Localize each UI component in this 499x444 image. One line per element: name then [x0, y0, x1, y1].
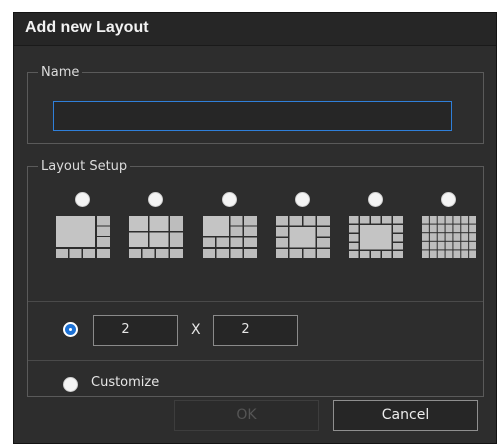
- layout-preset-2[interactable]: [128, 192, 184, 272]
- layout-grid-35-icon: [422, 216, 476, 258]
- customize-radio[interactable]: [63, 377, 78, 392]
- grid-cell: [461, 250, 469, 258]
- preset-radio[interactable]: [295, 192, 310, 207]
- dialog-title: Add new Layout: [25, 19, 149, 36]
- preset-radio[interactable]: [368, 192, 383, 207]
- grid-cell: [445, 224, 453, 233]
- layout-preset-5[interactable]: [348, 192, 404, 272]
- grid-cell: [429, 241, 437, 250]
- layout-presets: [28, 192, 485, 272]
- grid-cell: [453, 216, 461, 224]
- grid-cell: [453, 233, 461, 241]
- grid-cell: [461, 224, 469, 233]
- layout-setup-legend: Layout Setup: [41, 159, 128, 174]
- preset-radio[interactable]: [75, 192, 90, 207]
- layout-preset-1[interactable]: [55, 192, 111, 272]
- dialog-titlebar: Add new Layout: [14, 13, 496, 46]
- grid-cell: [437, 216, 445, 224]
- grid-cell: [437, 241, 445, 250]
- name-input[interactable]: [53, 101, 452, 131]
- layout-preset-6[interactable]: [421, 192, 477, 272]
- layout-1-plus-12-icon: [203, 216, 257, 258]
- layout-1-plus-20-icon: [349, 216, 403, 258]
- name-legend: Name: [41, 65, 80, 80]
- layout-1-plus-7-icon: [56, 216, 110, 258]
- preset-radio[interactable]: [441, 192, 456, 207]
- grid-cell: [422, 224, 429, 233]
- grid-cell: [469, 250, 476, 258]
- grid-cell: [445, 250, 453, 258]
- columns-input[interactable]: 2: [93, 315, 178, 346]
- grid-cell: [469, 216, 476, 224]
- grid-cell: [445, 216, 453, 224]
- grid-cell: [422, 233, 429, 241]
- grid-cell: [461, 241, 469, 250]
- grid-cell: [461, 233, 469, 241]
- ok-button[interactable]: OK: [174, 400, 319, 431]
- grid-cell: [429, 233, 437, 241]
- custom-grid-radio[interactable]: [63, 322, 78, 337]
- layout-setup-group: Layout Setup 2 X 2 Customize: [27, 159, 484, 397]
- grid-cell: [469, 241, 476, 250]
- grid-cell: [461, 216, 469, 224]
- grid-cell: [469, 224, 476, 233]
- customize-label[interactable]: Customize: [91, 375, 159, 390]
- grid-cell: [445, 241, 453, 250]
- grid-cell: [437, 224, 445, 233]
- grid-cell: [422, 216, 429, 224]
- grid-cell: [437, 233, 445, 241]
- preset-radio[interactable]: [148, 192, 163, 207]
- grid-cell: [453, 224, 461, 233]
- grid-cell: [469, 233, 476, 241]
- grid-cell: [453, 250, 461, 258]
- grid-cell: [429, 250, 437, 258]
- grid-cell: [429, 224, 437, 233]
- rows-input[interactable]: 2: [213, 315, 298, 346]
- grid-cell: [437, 250, 445, 258]
- grid-cell: [445, 233, 453, 241]
- custom-grid-row: 2 X 2: [28, 302, 483, 360]
- name-group: Name: [27, 65, 484, 144]
- grid-cell: [453, 241, 461, 250]
- layout-preset-3[interactable]: [202, 192, 258, 272]
- grid-cell: [422, 241, 429, 250]
- add-layout-dialog: Add new Layout Name Layout Setup 2 X 2 C…: [13, 12, 497, 444]
- layout-preset-4[interactable]: [275, 192, 331, 272]
- cancel-button[interactable]: Cancel: [333, 400, 478, 431]
- grid-cell: [429, 216, 437, 224]
- preset-radio[interactable]: [222, 192, 237, 207]
- layout-1-plus-15-icon: [276, 216, 330, 258]
- layout-4-plus-6-icon: [129, 216, 183, 258]
- times-separator: X: [191, 322, 201, 338]
- grid-cell: [422, 250, 429, 258]
